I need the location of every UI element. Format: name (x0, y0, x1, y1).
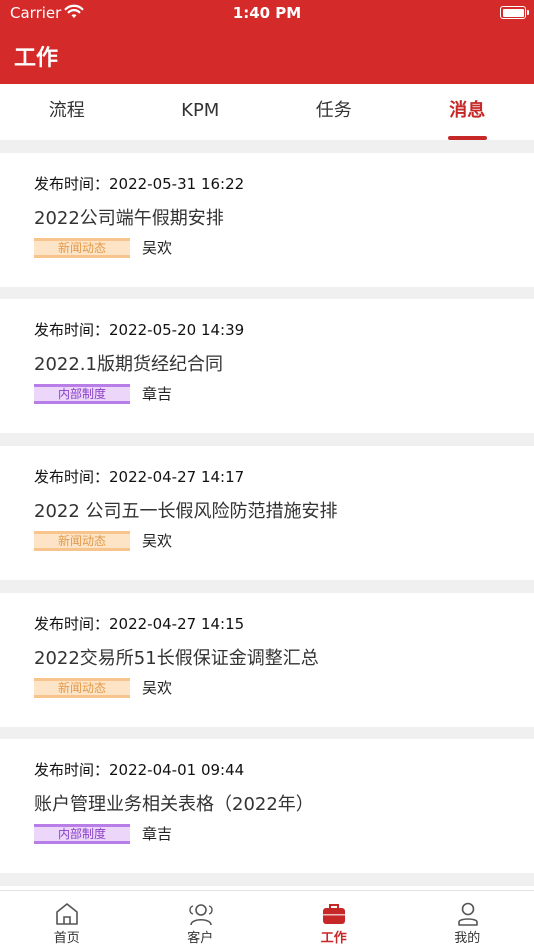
bottom-tab-work[interactable]: 工作 (267, 891, 401, 950)
message-title: 2022公司端午假期安排 (34, 208, 224, 229)
nav-bar: 工作 (0, 28, 534, 84)
bottom-tab-label: 工作 (320, 931, 347, 946)
author-name: 吴欢 (142, 532, 173, 550)
author-name: 章吉 (142, 385, 173, 403)
tab-tasks[interactable]: 任务 (267, 84, 401, 140)
category-tag: 新闻动态 (34, 531, 130, 551)
author-name: 吴欢 (142, 239, 173, 257)
publish-time: 发布时间：2022-05-31 16:22 (34, 175, 245, 193)
author-name: 吴欢 (142, 679, 173, 697)
profile-icon (454, 901, 482, 927)
tab-bar: 流程 KPM 任务 消息 (0, 84, 534, 140)
bottom-tab-label: 我的 (454, 931, 481, 946)
message-card[interactable]: 发布时间：2022-04-27 14:17 2022 公司五一长假风险防范措施安… (0, 446, 534, 580)
message-title: 2022交易所51长假保证金调整汇总 (34, 648, 319, 669)
tab-label: 消息 (449, 100, 486, 121)
bottom-tab-label: 首页 (53, 931, 80, 946)
publish-time: 发布时间：2022-04-01 09:44 (34, 761, 245, 779)
publish-time: 发布时间：2022-04-27 14:15 (34, 615, 245, 633)
message-title: 账户管理业务相关表格（2022年） (34, 794, 314, 815)
category-tag: 新闻动态 (34, 678, 130, 698)
home-icon (53, 901, 81, 927)
category-tag: 内部制度 (34, 384, 130, 404)
message-title: 2022 公司五一长假风险防范措施安排 (34, 501, 338, 522)
battery-icon (500, 6, 529, 19)
briefcase-icon (320, 901, 348, 927)
tab-messages[interactable]: 消息 (401, 84, 534, 140)
message-card[interactable]: 发布时间：2022-05-31 16:22 2022公司端午假期安排 新闻动态 … (0, 153, 534, 287)
tab-label: 流程 (48, 100, 85, 121)
tab-kpm[interactable]: KPM (134, 84, 268, 140)
status-time: 1:40 PM (232, 4, 302, 22)
message-card[interactable]: 发布时间：2022-05-20 14:39 2022.1版期货经纪合同 内部制度… (0, 299, 534, 433)
active-tab-indicator (447, 136, 487, 140)
bottom-tab-customers[interactable]: 客户 (134, 891, 268, 950)
category-tag: 新闻动态 (34, 238, 130, 258)
message-card[interactable]: 发布时间：2022-04-01 09:44 账户管理业务相关表格（2022年） … (0, 739, 534, 873)
publish-time: 发布时间：2022-04-27 14:17 (34, 468, 245, 486)
tab-process[interactable]: 流程 (0, 84, 134, 140)
status-bar: Carrier 1:40 PM (0, 0, 534, 28)
message-title: 2022.1版期货经纪合同 (34, 354, 223, 375)
message-card[interactable]: 发布时间：2022-04-27 14:15 2022交易所51长假保证金调整汇总… (0, 593, 534, 727)
customers-icon (187, 901, 215, 927)
tab-label: KPM (181, 100, 220, 121)
category-tag: 内部制度 (34, 824, 130, 844)
publish-time: 发布时间：2022-05-20 14:39 (34, 321, 245, 339)
bottom-tab-bar: 首页 客户 工作 我的 (0, 890, 534, 950)
bottom-tab-profile[interactable]: 我的 (401, 891, 534, 950)
bottom-tab-label: 客户 (187, 931, 214, 946)
page-title: 工作 (14, 46, 59, 71)
author-name: 章吉 (142, 825, 173, 843)
tab-label: 任务 (315, 100, 352, 121)
bottom-tab-home[interactable]: 首页 (0, 891, 134, 950)
